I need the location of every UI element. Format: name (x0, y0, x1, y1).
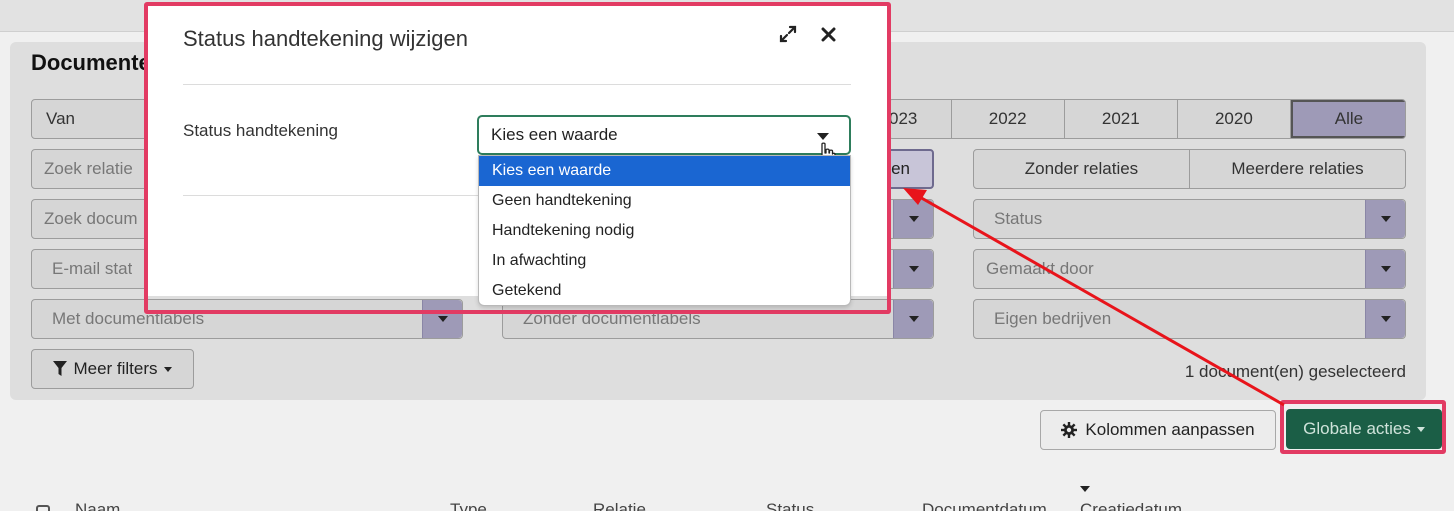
annotation-arrow (903, 188, 1285, 407)
